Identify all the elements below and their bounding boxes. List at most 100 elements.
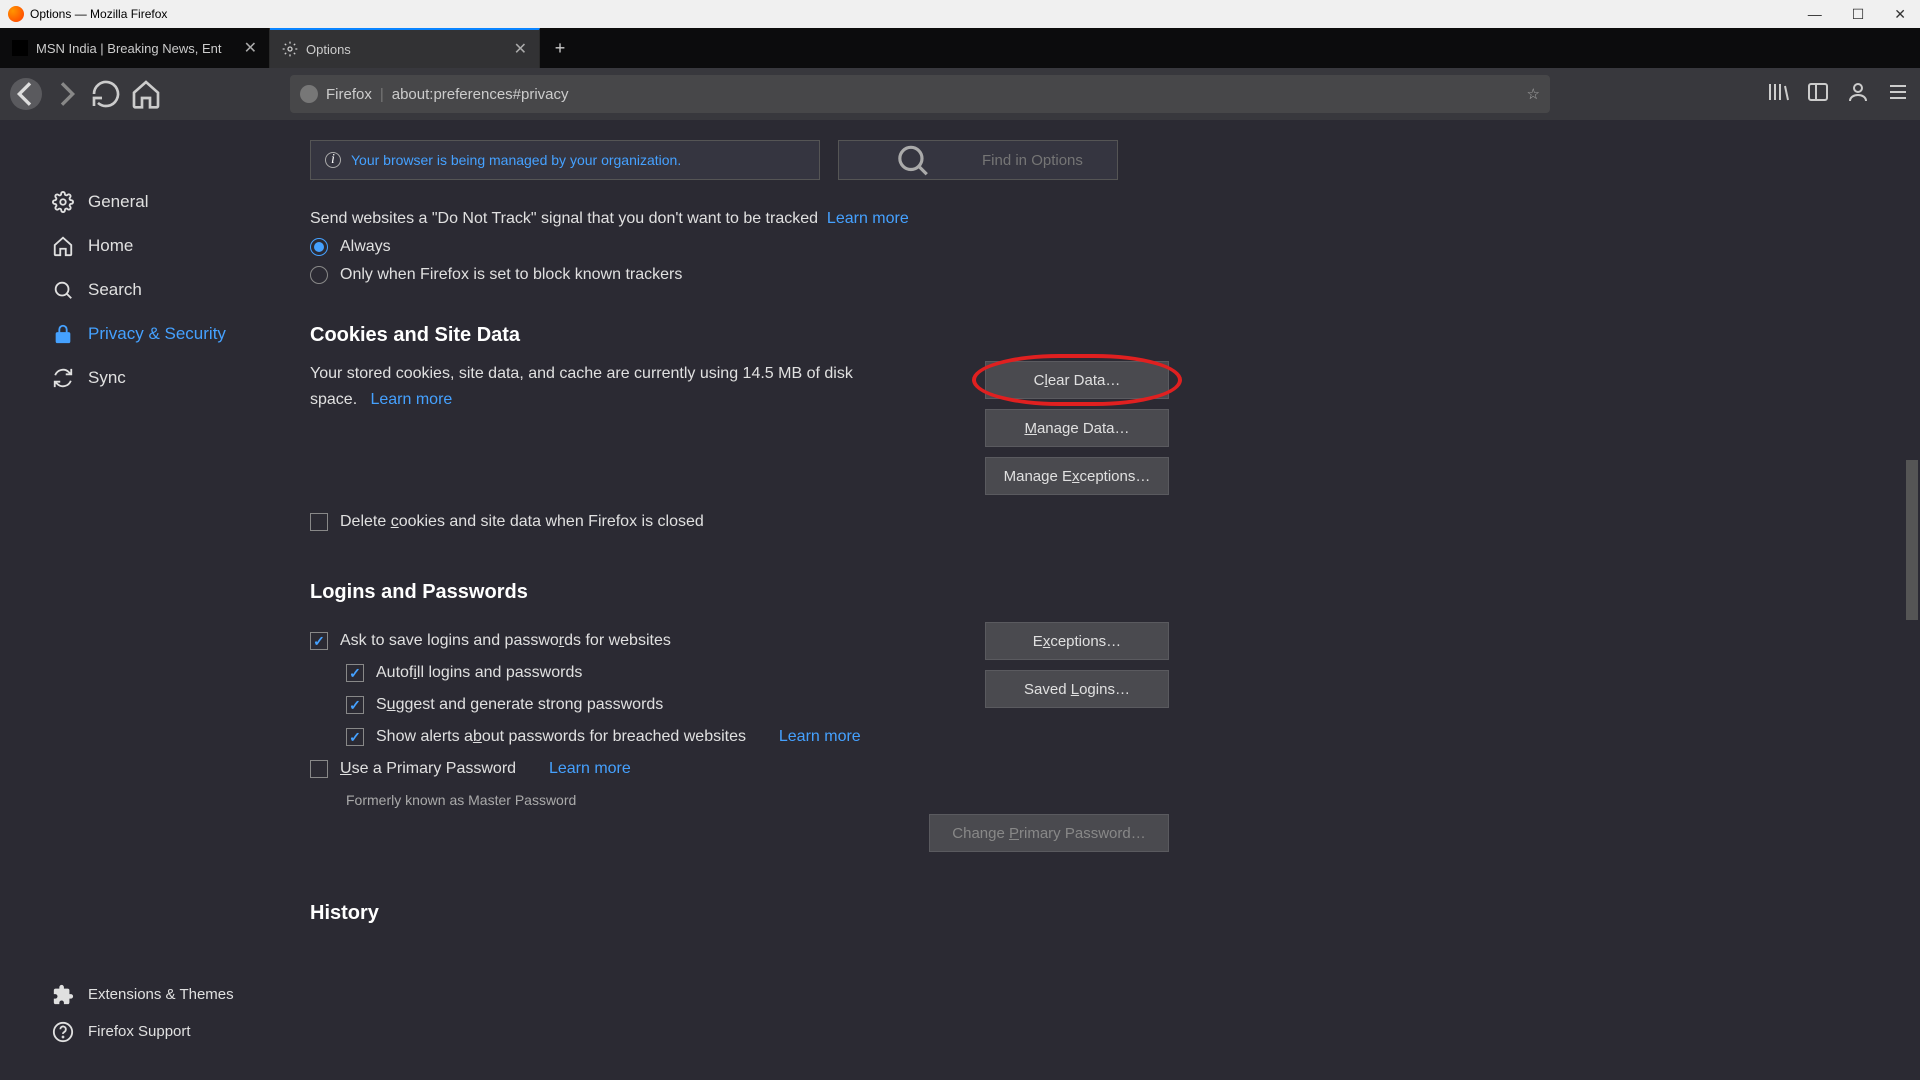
- dnt-description: Send websites a "Do Not Track" signal th…: [310, 210, 1880, 228]
- identity-label: Firefox: [326, 86, 372, 103]
- radio-icon: [310, 238, 328, 256]
- dnt-always-radio[interactable]: Always: [310, 238, 1880, 256]
- sidebar-label: Extensions & Themes: [88, 986, 234, 1003]
- managed-notice[interactable]: i Your browser is being managed by your …: [310, 140, 820, 180]
- home-button[interactable]: [130, 78, 162, 110]
- back-button[interactable]: [10, 78, 42, 110]
- search-icon: [52, 279, 74, 301]
- sidebar-item-support[interactable]: Firefox Support: [0, 1013, 300, 1050]
- sidebar-label: Search: [88, 280, 142, 300]
- former-master-note: Formerly known as Master Password: [346, 792, 920, 808]
- tab-label: MSN India | Breaking News, Ent: [36, 41, 230, 56]
- find-in-options[interactable]: [838, 140, 1118, 180]
- checkbox-label: Use a Primary Password: [340, 760, 516, 778]
- checkbox-label: Autofill logins and passwords: [376, 664, 582, 682]
- preferences-content: i Your browser is being managed by your …: [300, 120, 1920, 1080]
- sidebar-label: Sync: [88, 368, 126, 388]
- delete-on-close-checkbox[interactable]: Delete cookies and site data when Firefo…: [310, 513, 1880, 531]
- dnt-onlyblock-radio[interactable]: Only when Firefox is set to block known …: [310, 266, 1880, 284]
- primary-password-checkbox[interactable]: Use a Primary Password Learn more: [310, 760, 920, 778]
- account-icon[interactable]: [1846, 80, 1870, 109]
- close-window-button[interactable]: ✕: [1888, 6, 1912, 23]
- sidebar-icon[interactable]: [1806, 80, 1830, 109]
- sidebar-item-privacy[interactable]: Privacy & Security: [0, 312, 300, 356]
- minimize-button[interactable]: —: [1802, 6, 1828, 23]
- manage-exceptions-button[interactable]: Manage Exceptions…: [985, 457, 1169, 495]
- radio-label: Only when Firefox is set to block known …: [340, 266, 682, 284]
- cookies-section-title: Cookies and Site Data: [310, 324, 1880, 347]
- logins-section-title: Logins and Passwords: [310, 581, 1880, 604]
- checkbox-label: Suggest and generate strong passwords: [376, 696, 663, 714]
- checkbox-icon: [346, 728, 364, 746]
- search-input[interactable]: [982, 152, 1105, 169]
- home-icon: [52, 235, 74, 257]
- window-titlebar: Options — Mozilla Firefox — ☐ ✕: [0, 0, 1920, 28]
- msn-favicon: [12, 40, 28, 56]
- checkbox-icon: [310, 760, 328, 778]
- checkbox-label: Delete cookies and site data when Firefo…: [340, 513, 704, 531]
- sidebar-item-home[interactable]: Home: [0, 224, 300, 268]
- change-primary-password-button: Change Primary Password…: [929, 814, 1169, 852]
- url-bar[interactable]: Firefox | about:preferences#privacy ☆: [290, 75, 1550, 113]
- tab-options[interactable]: Options ✕: [270, 28, 540, 68]
- sidebar-label: Privacy & Security: [88, 324, 226, 344]
- lock-icon: [52, 323, 74, 345]
- breach-learn-more-link[interactable]: Learn more: [779, 728, 861, 746]
- sidebar-item-sync[interactable]: Sync: [0, 356, 300, 400]
- radio-icon: [310, 266, 328, 284]
- tab-msn[interactable]: MSN India | Breaking News, Ent ✕: [0, 28, 270, 68]
- tab-strip: MSN India | Breaking News, Ent ✕ Options…: [0, 28, 1920, 68]
- menu-icon[interactable]: [1886, 80, 1910, 109]
- help-icon: [52, 1021, 74, 1043]
- gear-icon: [282, 41, 298, 57]
- scrollbar-track[interactable]: [1904, 240, 1920, 1080]
- checkbox-icon: [310, 513, 328, 531]
- cookies-learn-more-link[interactable]: Learn more: [370, 391, 452, 408]
- puzzle-icon: [52, 984, 74, 1006]
- managed-text: Your browser is being managed by your or…: [351, 152, 681, 168]
- history-section-title: History: [310, 902, 1880, 925]
- sidebar-item-general[interactable]: General: [0, 180, 300, 224]
- checkbox-label: Ask to save logins and passwords for web…: [340, 632, 671, 650]
- scrollbar-thumb[interactable]: [1906, 460, 1918, 620]
- checkbox-label: Show alerts about passwords for breached…: [376, 728, 746, 746]
- search-icon: [851, 141, 974, 179]
- checkbox-icon: [310, 632, 328, 650]
- library-icon[interactable]: [1766, 80, 1790, 109]
- suggest-checkbox[interactable]: Suggest and generate strong passwords: [346, 696, 920, 714]
- sidebar-item-extensions[interactable]: Extensions & Themes: [0, 976, 300, 1013]
- checkbox-icon: [346, 696, 364, 714]
- close-tab-icon[interactable]: ✕: [514, 39, 527, 59]
- autofill-checkbox[interactable]: Autofill logins and passwords: [346, 664, 920, 682]
- clear-data-button[interactable]: Clear Data…: [985, 361, 1169, 399]
- gear-icon: [52, 191, 74, 213]
- saved-logins-button[interactable]: Saved Logins…: [985, 670, 1169, 708]
- cookies-description: Your stored cookies, site data, and cach…: [310, 361, 900, 412]
- bookmark-star-icon[interactable]: ☆: [1527, 85, 1540, 103]
- sidebar-item-search[interactable]: Search: [0, 268, 300, 312]
- manage-data-button[interactable]: Manage Data…: [985, 409, 1169, 447]
- firefox-identity-icon: [300, 85, 318, 103]
- new-tab-button[interactable]: +: [540, 28, 580, 68]
- reload-button[interactable]: [90, 78, 122, 110]
- preferences-sidebar: General Home Search Privacy & Security S…: [0, 120, 300, 1080]
- primary-learn-more-link[interactable]: Learn more: [549, 760, 631, 778]
- info-icon: i: [325, 152, 341, 168]
- sync-icon: [52, 367, 74, 389]
- ask-save-checkbox[interactable]: Ask to save logins and passwords for web…: [310, 632, 920, 650]
- url-text: about:preferences#privacy: [392, 86, 569, 103]
- maximize-button[interactable]: ☐: [1846, 6, 1871, 23]
- firefox-icon: [8, 6, 24, 22]
- logins-exceptions-button[interactable]: Exceptions…: [985, 622, 1169, 660]
- tab-label: Options: [306, 42, 500, 57]
- breach-alerts-checkbox[interactable]: Show alerts about passwords for breached…: [346, 728, 920, 746]
- checkbox-icon: [346, 664, 364, 682]
- window-title: Options — Mozilla Firefox: [30, 7, 167, 21]
- sidebar-label: General: [88, 192, 148, 212]
- nav-toolbar: Firefox | about:preferences#privacy ☆: [0, 68, 1920, 120]
- forward-button[interactable]: [50, 78, 82, 110]
- close-tab-icon[interactable]: ✕: [244, 38, 257, 58]
- dnt-learn-more-link[interactable]: Learn more: [827, 210, 909, 227]
- radio-label: Always: [340, 238, 391, 256]
- sidebar-label: Home: [88, 236, 133, 256]
